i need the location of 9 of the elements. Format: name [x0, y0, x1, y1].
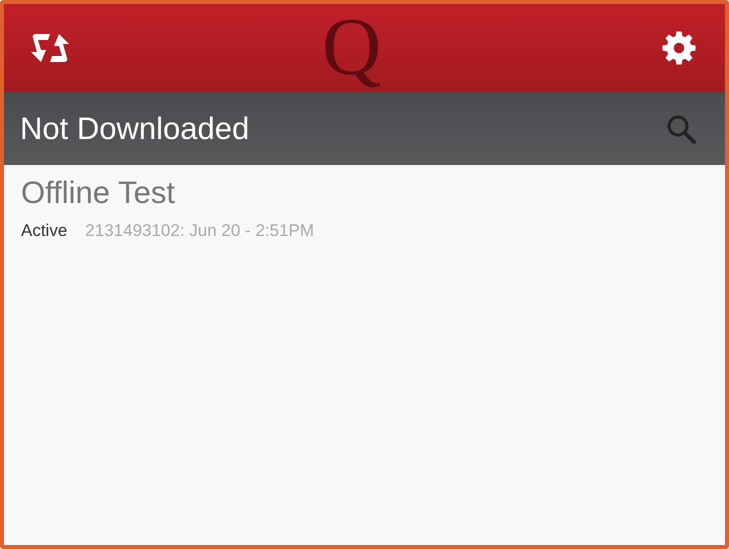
settings-button[interactable] [661, 30, 697, 66]
item-status: Active [21, 221, 68, 241]
item-title: Offline Test [21, 175, 176, 211]
section-title: Not Downloaded [20, 110, 250, 146]
settings-icon [661, 30, 697, 66]
logo: Q [322, 6, 382, 88]
item-detail: 2131493102: Jun 20 - 2:51PM [85, 221, 314, 241]
list-item[interactable]: Offline Test Active 2131493102: Jun 20 - 2:51PM [4, 165, 725, 251]
search-icon [665, 112, 697, 144]
